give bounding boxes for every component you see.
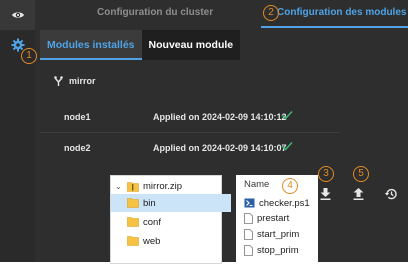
node-status: Applied on 2024-02-09 14:10:12 — [153, 112, 287, 122]
file-name: checker.ps1 — [259, 197, 310, 209]
node-name: node2 — [64, 143, 91, 153]
tree-item-label: conf — [143, 216, 161, 228]
callout-4: 4 — [282, 178, 298, 194]
node-name: node1 — [64, 112, 91, 122]
check-icon — [281, 141, 293, 151]
download-button[interactable] — [317, 186, 333, 202]
zip-folder-icon — [127, 181, 139, 192]
list-item[interactable]: stop_prim — [244, 243, 299, 257]
tab-modules-config[interactable]: Configuration des modules — [277, 0, 406, 26]
node-row: node2 Applied on 2024-02-09 14:10:07 — [40, 133, 340, 163]
module-panel: mirror node1 Applied on 2024-02-09 14:10… — [40, 62, 408, 170]
tree-item-label: bin — [143, 197, 156, 209]
sub-tab-bar: Modules installés Nouveau module — [40, 30, 241, 60]
node-status: Applied on 2024-02-09 14:10:07 — [153, 143, 287, 153]
file-icon — [244, 212, 253, 224]
tree-item-label: mirror.zip — [143, 180, 183, 192]
module-name: mirror — [69, 76, 96, 86]
tree-item-conf[interactable]: conf — [127, 213, 161, 231]
file-name: prestart — [257, 212, 290, 224]
module-header: mirror — [54, 76, 96, 86]
folder-icon — [127, 198, 139, 208]
file-icon — [244, 244, 253, 256]
fork-icon — [54, 76, 63, 86]
explorer-tree-pane: ⌄ mirror.zip bin conf web — [110, 175, 231, 264]
history-button[interactable] — [382, 186, 398, 202]
callout-1: 1 — [21, 48, 37, 64]
tree-item-web[interactable]: web — [127, 232, 160, 250]
callout-5: 5 — [353, 166, 369, 182]
name-column-header[interactable]: Name — [244, 179, 269, 190]
active-tab-indicator — [261, 26, 408, 28]
folder-icon — [127, 217, 139, 227]
upload-icon — [353, 188, 363, 200]
eye-icon — [11, 12, 24, 18]
tree-item-mirror-zip[interactable]: ⌄ mirror.zip — [115, 177, 182, 195]
left-rail — [0, 0, 35, 262]
file-name: start_prim — [257, 228, 300, 240]
file-icon — [244, 228, 253, 240]
top-tab-bar: Configuration du cluster Configuration d… — [35, 0, 408, 28]
folder-icon — [127, 236, 139, 246]
upload-button[interactable] — [350, 186, 366, 202]
explorer-file-list: Name checker.ps1 prestart start_prim sto… — [236, 175, 318, 262]
history-icon — [384, 188, 397, 200]
callout-3: 3 — [318, 166, 334, 182]
tree-item-bin[interactable]: bin — [111, 194, 231, 212]
view-button[interactable] — [0, 0, 35, 30]
powershell-icon — [244, 198, 255, 208]
node-row: node1 Applied on 2024-02-09 14:10:12 — [40, 102, 340, 133]
tree-item-label: web — [143, 235, 161, 247]
check-icon — [281, 110, 293, 120]
list-item[interactable]: prestart — [244, 211, 289, 225]
list-item[interactable]: start_prim — [244, 227, 299, 241]
list-item[interactable]: checker.ps1 — [244, 196, 310, 210]
download-icon — [320, 188, 330, 200]
tab-installed-modules[interactable]: Modules installés — [40, 30, 142, 60]
callout-2: 2 — [263, 5, 279, 21]
app-window: 1 Configuration du cluster Configuration… — [0, 0, 408, 264]
chevron-down-icon[interactable]: ⌄ — [115, 182, 123, 191]
file-name: stop_prim — [257, 244, 299, 256]
tab-new-module[interactable]: Nouveau module — [141, 30, 241, 60]
tab-cluster-config[interactable]: Configuration du cluster — [97, 0, 213, 26]
